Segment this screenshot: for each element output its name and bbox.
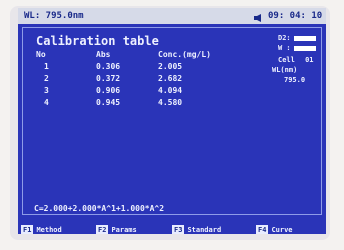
speaker-icon — [254, 12, 263, 28]
page-title: Calibration table — [36, 34, 159, 48]
f1-key: F1 — [21, 225, 34, 234]
calibration-formula: C=2.000+2.000*A^1+1.000*A^2 — [34, 204, 165, 213]
softkey-label: Standard — [187, 226, 222, 234]
table-row[interactable]: 4 0.945 4.580 — [32, 96, 238, 108]
table-header-row: No Abs Conc.(mg/L) — [32, 48, 238, 60]
row-abs: 0.945 — [96, 97, 121, 107]
w-lamp-status: W : — [278, 44, 316, 52]
calibration-table: No Abs Conc.(mg/L) 1 0.306 2.005 2 0.372… — [32, 48, 238, 108]
row-conc: 4.580 — [158, 97, 183, 107]
table-row[interactable]: 2 0.372 2.682 — [32, 72, 238, 84]
clock: 09: 04: 10 — [268, 11, 323, 21]
wl-label: WL(nm) — [272, 66, 298, 74]
softkey-bar: F1 Method F2 Params F3 Standard F4 Curve — [18, 224, 326, 234]
row-abs: 0.372 — [96, 73, 121, 83]
col-header-conc: Conc.(mg/L) — [158, 49, 211, 59]
cell-status: Cell 01 — [278, 56, 314, 64]
row-no: 2 — [44, 73, 49, 83]
row-no: 4 — [44, 97, 49, 107]
softkey-label: Params — [111, 226, 137, 234]
d2-indicator-bar — [293, 35, 316, 41]
cell-label: Cell — [278, 56, 295, 64]
wavelength-readout: WL: 795.0nm — [24, 11, 84, 21]
wl-value: 795.0 — [284, 76, 306, 84]
row-no: 1 — [44, 61, 49, 71]
f2-key: F2 — [96, 225, 109, 234]
softkey-label: Curve — [271, 226, 293, 234]
row-no: 3 — [44, 85, 49, 95]
row-conc: 2.005 — [158, 61, 183, 71]
softkey-method[interactable]: F1 Method — [21, 225, 62, 234]
d2-label: D2: — [278, 34, 291, 42]
row-conc: 2.682 — [158, 73, 183, 83]
softkey-params[interactable]: F2 Params — [96, 225, 137, 234]
w-label: W : — [278, 44, 291, 52]
row-abs: 0.906 — [96, 85, 121, 95]
softkey-label: Method — [36, 226, 62, 234]
f3-key: F3 — [172, 225, 185, 234]
row-conc: 4.094 — [158, 85, 183, 95]
lcd-screen: WL: 795.0nm 09: 04: 10 Calibration table… — [18, 8, 326, 234]
d2-lamp-status: D2: — [278, 34, 316, 42]
table-row[interactable]: 1 0.306 2.005 — [32, 60, 238, 72]
status-bar: WL: 795.0nm 09: 04: 10 — [18, 8, 326, 24]
cell-value: 01 — [305, 56, 314, 64]
softkey-standard[interactable]: F3 Standard — [172, 225, 221, 234]
softkey-curve[interactable]: F4 Curve — [256, 225, 293, 234]
table-row[interactable]: 3 0.906 4.094 — [32, 84, 238, 96]
f4-key: F4 — [256, 225, 269, 234]
col-header-abs: Abs — [96, 49, 111, 59]
row-abs: 0.306 — [96, 61, 121, 71]
col-header-no: No — [36, 49, 46, 59]
w-indicator-bar — [293, 45, 316, 51]
